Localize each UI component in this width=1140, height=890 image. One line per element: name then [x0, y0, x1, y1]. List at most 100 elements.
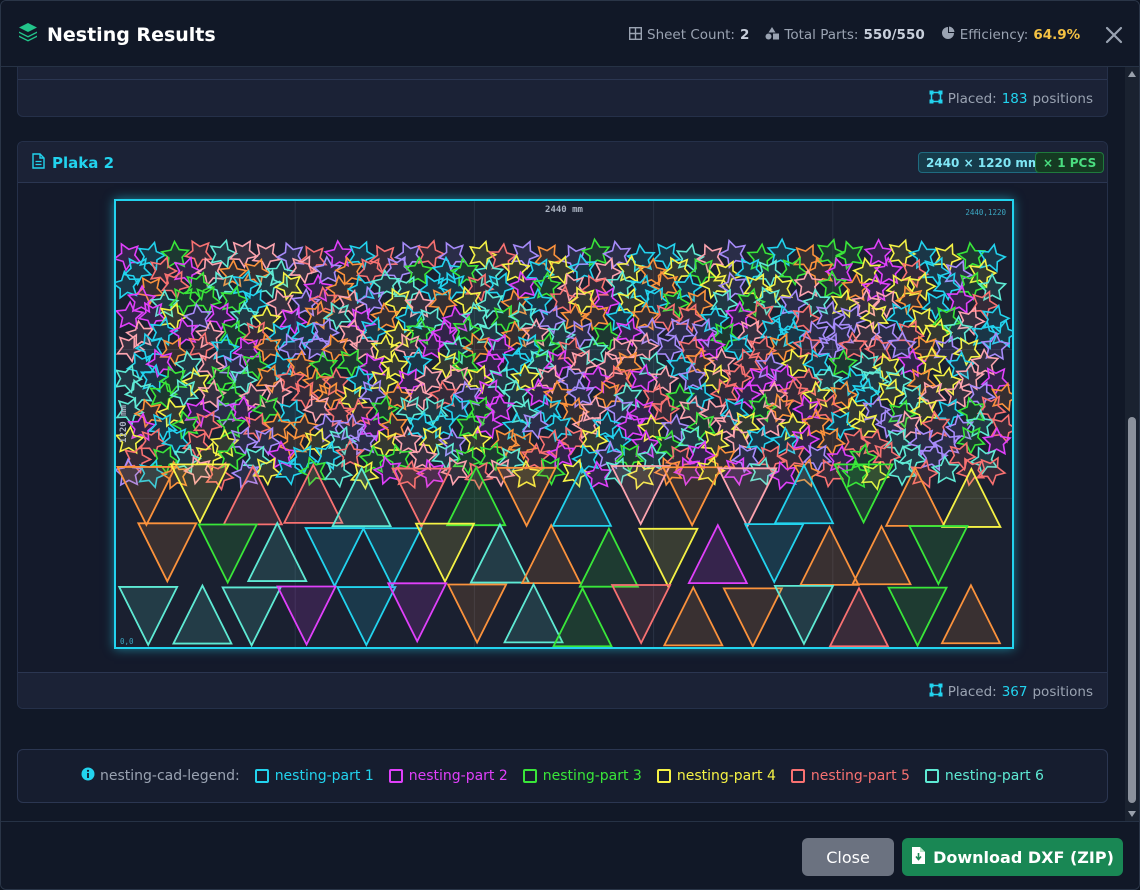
placed-label: Placed:: [947, 91, 997, 107]
sheet-width-label: 2440 mm: [545, 205, 584, 215]
triangle-part: [169, 463, 231, 525]
sheet-count-stat: Sheet Count: 2: [628, 26, 749, 44]
legend-swatch: [924, 769, 939, 783]
vertical-scrollbar[interactable]: [1125, 67, 1139, 821]
download-dxf-label: Download DXF (ZIP): [933, 847, 1114, 867]
placed-suffix: positions: [1032, 91, 1093, 107]
star-part: [766, 237, 797, 267]
legend-swatch: [254, 769, 269, 783]
previous-sheet-card: Placed: 183 positions: [17, 67, 1108, 117]
sheet-card-header: Plaka 2 2440 × 1220 mm × 1 PCS: [18, 142, 1107, 183]
legend-item-label: nesting-part 3: [542, 768, 642, 784]
legend-item-label: nesting-part 4: [676, 768, 776, 784]
sheet-preview-area: 2440 mm 2440,1220 0,0 1220 mm: [18, 183, 1107, 672]
triangle-part: [391, 467, 452, 529]
triangle-part: [637, 527, 699, 589]
legend-swatch: [522, 769, 537, 783]
total-parts-stat: Total Parts: 550/550: [765, 26, 925, 44]
bounding-box-icon: [929, 683, 943, 701]
layers-icon: [17, 21, 39, 48]
triangle-part: [136, 522, 198, 584]
triangle-part: [197, 523, 259, 585]
nesting-sheet-svg: 2440 mm 2440,1220 0,0 1220 mm: [110, 201, 1020, 649]
modal-title: Nesting Results: [17, 21, 216, 48]
sheet-placed: Placed: 367 positions: [929, 683, 1093, 701]
triangle-part: [907, 525, 969, 587]
sheet-count-label: Sheet Count:: [647, 27, 735, 43]
triangle-part: [828, 586, 890, 648]
legend-item-label: nesting-part 5: [810, 768, 910, 784]
legend-label-text: nesting-cad-legend:: [100, 768, 240, 784]
close-icon[interactable]: [1102, 23, 1126, 47]
info-icon: [81, 767, 95, 785]
triangle-part: [887, 586, 949, 648]
triangle-part: [361, 527, 423, 589]
total-parts-label: Total Parts:: [784, 27, 859, 43]
placed-count: 367: [1001, 684, 1028, 700]
modal-title-text: Nesting Results: [47, 23, 216, 46]
legend-label: nesting-cad-legend:: [81, 767, 240, 785]
triangle-part: [115, 466, 177, 527]
legend-item-label: nesting-part 6: [944, 768, 1044, 784]
scroll-up-arrow-icon[interactable]: [1128, 71, 1136, 77]
triangle-part: [469, 522, 531, 584]
triangle-part: [386, 582, 448, 644]
modal-header: Nesting Results Sheet Count: 2 Total Par…: [1, 1, 1139, 67]
triangle-part: [851, 524, 912, 586]
placed-label: Placed:: [947, 684, 997, 700]
sheet-quantity-badge: × 1 PCS: [1035, 152, 1105, 173]
nesting-sheet-canvas[interactable]: 2440 mm 2440,1220 0,0 1220 mm: [110, 199, 1020, 649]
triangle-part: [304, 527, 366, 589]
efficiency-label: Efficiency:: [959, 27, 1029, 43]
triangle-part: [610, 584, 672, 645]
legend-item-part-2: nesting-part 2: [388, 768, 508, 784]
triangle-part: [716, 467, 778, 529]
sheet-corner-label: 2440,1220: [965, 208, 1006, 217]
efficiency-value: 64.9%: [1033, 27, 1081, 43]
triangle-part: [722, 587, 784, 649]
modal-body[interactable]: Placed: 183 positions Plaka 2 2440 × 122…: [1, 67, 1125, 821]
triangle-part: [799, 524, 860, 586]
modal-footer: Close Download DXF (ZIP): [1, 821, 1139, 889]
pie-chart-icon: [941, 26, 955, 44]
triangle-part: [335, 586, 397, 648]
triangle-part: [171, 583, 233, 645]
legend-swatch: [656, 769, 671, 783]
sheet-title: Plaka 2: [32, 153, 114, 173]
shapes-icon: [765, 26, 780, 44]
legend-item-part-3: nesting-part 3: [522, 768, 642, 784]
legend-item-label: nesting-part 2: [408, 768, 508, 784]
scrollbar-thumb[interactable]: [1128, 417, 1136, 803]
legend-swatch: [388, 769, 403, 783]
triangle-part: [552, 586, 613, 648]
previous-sheet-placed: Placed: 183 positions: [929, 90, 1093, 108]
scroll-down-arrow-icon[interactable]: [1128, 811, 1136, 817]
nesting-legend: nesting-cad-legend: nesting-part 1 nesti…: [17, 749, 1108, 803]
grid-icon: [628, 26, 643, 44]
star-part: [323, 458, 354, 489]
triangle-part: [610, 465, 672, 527]
triangle-part: [246, 521, 308, 582]
triangle-part: [276, 585, 338, 647]
triangle-part: [743, 523, 805, 585]
triangle-part: [661, 466, 723, 528]
file-download-icon: [911, 846, 926, 868]
legend-item-part-4: nesting-part 4: [656, 768, 776, 784]
legend-item-part-6: nesting-part 6: [924, 768, 1044, 784]
triangle-part: [503, 582, 564, 644]
sheet-card-footer: Placed: 367 positions: [18, 672, 1107, 708]
download-dxf-button[interactable]: Download DXF (ZIP): [902, 838, 1123, 876]
bounding-box-icon: [929, 90, 943, 108]
legend-swatch: [790, 769, 805, 783]
triangle-part: [496, 466, 558, 528]
document-icon: [32, 153, 45, 173]
triangle-part: [773, 584, 835, 646]
triangle-part: [940, 583, 1002, 645]
sheet-origin-label: 0,0: [120, 637, 134, 646]
nesting-results-modal: Nesting Results Sheet Count: 2 Total Par…: [0, 0, 1140, 890]
close-button[interactable]: Close: [802, 838, 894, 876]
placed-count: 183: [1001, 91, 1028, 107]
sheet-title-text: Plaka 2: [52, 154, 115, 172]
legend-item-label: nesting-part 1: [274, 768, 374, 784]
sheet-height-label: 1220 mm: [119, 404, 129, 443]
